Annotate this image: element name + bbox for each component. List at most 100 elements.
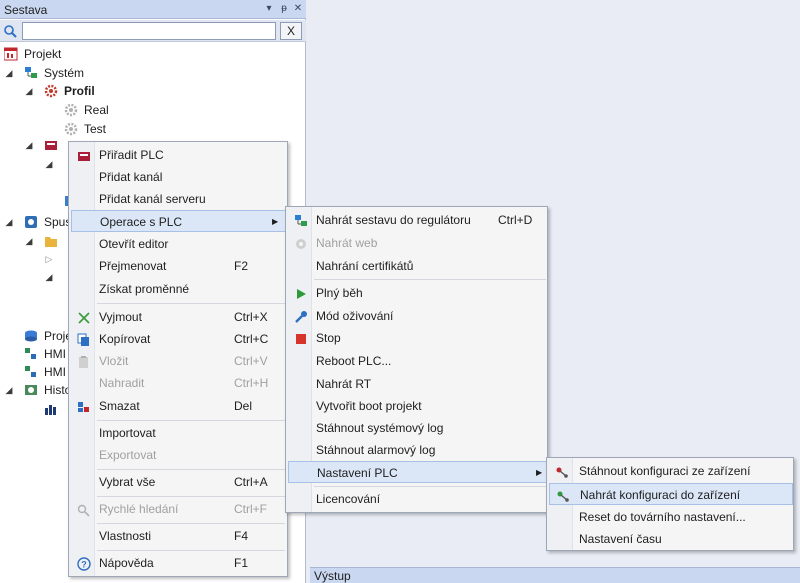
tree-item-trend[interactable] <box>44 400 66 418</box>
search-row: X <box>0 20 306 42</box>
menu-separator <box>97 550 285 551</box>
menu-item-open-editor[interactable]: Otevřít editor <box>71 233 287 255</box>
delete-icon <box>77 399 91 413</box>
history-icon <box>24 383 38 397</box>
output-label: Výstup <box>314 569 351 583</box>
menu-item-create-boot-project[interactable]: Vytvořit boot projekt <box>288 395 547 417</box>
menu-item-upload-certificates[interactable]: Nahrání certifikátů <box>288 255 547 277</box>
close-icon[interactable]: ✕ <box>291 2 305 16</box>
tree-item-child[interactable]: ◢ <box>44 155 64 173</box>
menu-item-time-settings[interactable]: Nastavení času <box>549 528 793 550</box>
menu-item-stop[interactable]: Stop <box>288 327 547 349</box>
play-icon <box>294 286 308 300</box>
tree-item-sub2[interactable]: ◢ <box>44 268 66 286</box>
menu-item-quick-search[interactable]: Rychlé hledání Ctrl+F <box>71 498 287 520</box>
menu-item-export[interactable]: Exportovat <box>71 444 287 466</box>
paste-icon <box>77 354 91 368</box>
plc-icon <box>44 138 58 152</box>
tree-item-sub[interactable]: ▷ <box>44 250 66 268</box>
pin-icon[interactable]: ᵽ <box>277 2 291 16</box>
menu-item-upload-config-to-device[interactable]: Nahrát konfiguraci do zařízení <box>549 483 793 505</box>
menu-item-licensing[interactable]: Licencování <box>288 488 547 510</box>
collapse-icon[interactable]: ◢ <box>44 268 54 286</box>
upload-config-icon <box>556 488 570 502</box>
menu-item-upload-rt[interactable]: Nahrát RT <box>288 373 547 395</box>
panel-header: Sestava ▾ ᵽ ✕ <box>0 0 306 19</box>
menu-item-add-server-channel[interactable]: Přidat kanál serveru <box>71 188 287 210</box>
submenu-arrow-icon: ▶ <box>536 468 543 477</box>
chevron-down-icon[interactable]: ▾ <box>262 2 276 16</box>
menu-item-download-alarm-log[interactable]: Stáhnout alarmový log <box>288 439 547 461</box>
database-icon <box>24 329 38 343</box>
search-icon <box>3 23 19 39</box>
menu-separator <box>97 469 285 470</box>
collapse-icon[interactable]: ◢ <box>4 213 14 231</box>
plc-settings-submenu: Stáhnout konfiguraci ze zařízení Nahrát … <box>546 457 794 551</box>
menu-item-add-channel[interactable]: Přidat kanál <box>71 166 287 188</box>
system-icon <box>24 66 38 80</box>
collapse-icon[interactable]: ◢ <box>44 155 54 173</box>
runtime-icon <box>24 215 38 229</box>
collapse-icon[interactable]: ◢ <box>4 381 14 399</box>
hmi-icon <box>24 347 38 361</box>
menu-separator <box>97 523 285 524</box>
menu-item-plc-settings[interactable]: Nastavení PLC ▶ <box>288 461 547 483</box>
menu-separator <box>97 420 285 421</box>
help-icon: ? <box>77 556 91 571</box>
menu-item-replace[interactable]: Nahradit Ctrl+H <box>71 372 287 394</box>
context-menu: Přiřadit PLC Přidat kanál Přidat kanál s… <box>68 141 288 577</box>
gear-icon <box>44 84 58 98</box>
menu-item-reboot-plc[interactable]: Reboot PLC... <box>288 350 547 372</box>
copy-icon <box>77 332 91 346</box>
wrench-icon <box>294 309 308 323</box>
tree-item-hmi-1[interactable]: HMI <box>24 345 66 363</box>
menu-item-import[interactable]: Importovat <box>71 422 287 444</box>
menu-item-rename[interactable]: Přejmenovat F2 <box>71 255 287 277</box>
menu-item-full-run[interactable]: Plný běh <box>288 282 547 304</box>
menu-item-delete[interactable]: Smazat Del <box>71 395 287 417</box>
menu-item-download-config-from-device[interactable]: Stáhnout konfiguraci ze zařízení <box>549 460 793 482</box>
upload-icon <box>294 213 308 227</box>
menu-item-paste[interactable]: Vložit Ctrl+V <box>71 350 287 372</box>
menu-item-upload-configuration[interactable]: Nahrát sestavu do regulátoru Ctrl+D <box>288 209 547 231</box>
search-icon <box>77 502 91 517</box>
menu-item-debug-mode[interactable]: Mód oživování <box>288 305 547 327</box>
panel-title: Sestava <box>4 3 48 17</box>
menu-item-properties[interactable]: Vlastnosti F4 <box>71 525 287 547</box>
svg-text:?: ? <box>81 560 87 570</box>
collapse-icon[interactable]: ◢ <box>4 64 14 82</box>
tree-item-histo[interactable]: ◢ Histo <box>4 381 72 399</box>
menu-item-get-variables[interactable]: Získat proměnné <box>71 278 287 300</box>
menu-item-factory-reset[interactable]: Reset do továrního nastavení... <box>549 506 793 528</box>
collapse-icon[interactable]: ◢ <box>24 232 34 250</box>
search-input[interactable] <box>22 22 276 40</box>
hmi-icon <box>24 365 38 379</box>
gear-icon <box>64 103 78 117</box>
menu-item-copy[interactable]: Kopírovat Ctrl+C <box>71 328 287 350</box>
menu-item-help[interactable]: ? Nápověda F1 <box>71 552 287 574</box>
folder-icon <box>44 234 58 248</box>
menu-item-plc-operations[interactable]: Operace s PLC ▶ <box>71 210 287 232</box>
clear-search-button[interactable]: X <box>280 22 302 40</box>
menu-item-assign-plc[interactable]: Přiřadit PLC <box>71 144 287 166</box>
output-panel-tab[interactable]: Výstup <box>310 567 800 583</box>
collapse-icon[interactable]: ◢ <box>24 82 34 100</box>
tree-item-folder[interactable]: ◢ <box>24 232 66 250</box>
plc-operations-submenu: Nahrát sestavu do regulátoru Ctrl+D Nahr… <box>285 206 548 513</box>
expand-icon[interactable]: ▷ <box>44 250 54 268</box>
tree-item-spus[interactable]: ◢ Spus <box>4 213 72 231</box>
trend-icon <box>44 402 58 416</box>
scissors-icon <box>77 310 91 324</box>
menu-item-download-system-log[interactable]: Stáhnout systémový log <box>288 417 547 439</box>
menu-separator <box>97 303 285 304</box>
download-config-icon <box>555 464 569 478</box>
tree-item-plc[interactable]: ◢ <box>24 136 64 154</box>
collapse-icon[interactable]: ◢ <box>24 136 34 154</box>
menu-item-upload-web[interactable]: Nahrát web <box>288 232 547 254</box>
menu-item-select-all[interactable]: Vybrat vše Ctrl+A <box>71 471 287 493</box>
tree-item-proje[interactable]: Proje <box>24 327 72 345</box>
tree-item-hmi-2[interactable]: HMI <box>24 363 66 381</box>
menu-item-cut[interactable]: Vyjmout Ctrl+X <box>71 306 287 328</box>
project-icon <box>3 47 18 61</box>
menu-separator <box>314 279 546 280</box>
